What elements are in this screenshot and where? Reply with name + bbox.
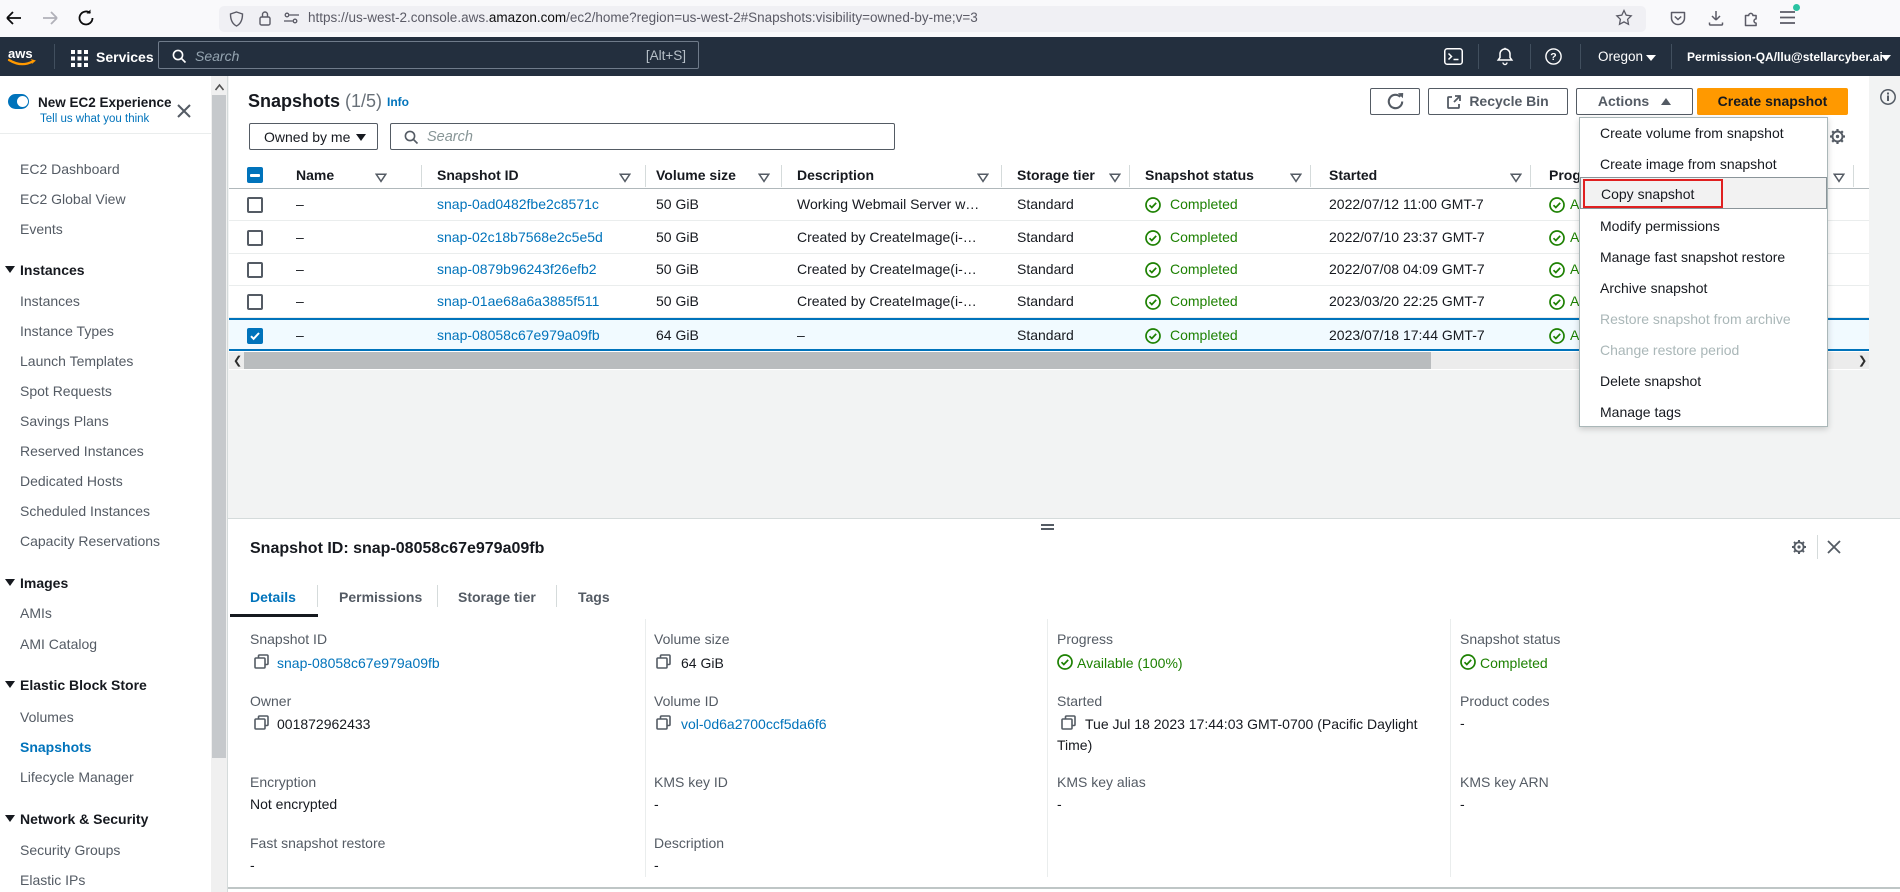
svg-text:?: ? — [1550, 51, 1556, 63]
svg-text:aws: aws — [8, 47, 33, 61]
